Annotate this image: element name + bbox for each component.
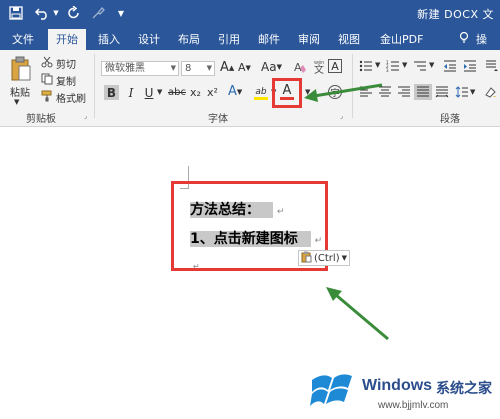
- clipboard-group-label: 剪贴板: [26, 114, 56, 125]
- font-dialog-launcher-icon[interactable]: ⌟: [340, 112, 343, 120]
- numbering-dropdown-icon[interactable]: ▼: [402, 61, 407, 69]
- watermark-site-name: 系统之家: [436, 381, 492, 397]
- highlight-color-swatch: [254, 96, 268, 100]
- ribbon-tabs: 文件 开始 插入 设计 布局 引用 邮件 审阅 视图 金山PDF 操: [0, 27, 500, 50]
- paste-options-dropdown-icon: ▼: [341, 254, 347, 262]
- watermark-url: www.bjjmlv.com: [378, 400, 449, 411]
- shading-icon[interactable]: [482, 84, 498, 100]
- font-size-input[interactable]: 8 ▼: [181, 61, 215, 76]
- tab-view[interactable]: 视图: [338, 31, 360, 47]
- strikethrough-button[interactable]: abc: [168, 85, 186, 100]
- clear-formatting-icon[interactable]: A: [292, 59, 308, 75]
- windows-logo-icon: [310, 374, 352, 406]
- undo-dropdown-icon[interactable]: ▼: [52, 5, 60, 21]
- distributed-icon[interactable]: [434, 85, 450, 99]
- tab-more[interactable]: 操: [476, 31, 487, 47]
- grow-font-button[interactable]: A ▲: [220, 60, 234, 75]
- bold-button[interactable]: B: [104, 85, 119, 100]
- clipboard-dialog-launcher-icon[interactable]: ⌟: [84, 112, 87, 120]
- brush-icon[interactable]: [90, 5, 106, 21]
- bullets-dropdown-icon[interactable]: ▼: [375, 61, 380, 69]
- character-border-icon[interactable]: A: [328, 59, 342, 73]
- paste-dropdown-icon[interactable]: ▼: [14, 98, 19, 106]
- paste-options-icon: [301, 251, 312, 266]
- tab-home[interactable]: 开始: [48, 29, 86, 50]
- paragraph-mark: ↵: [276, 207, 285, 217]
- font-size-value: 8: [185, 63, 192, 74]
- font-size-dropdown-icon[interactable]: ▼: [207, 62, 212, 75]
- save-icon[interactable]: [8, 5, 24, 21]
- underline-button[interactable]: U: [142, 85, 156, 100]
- superscript-button[interactable]: x²: [207, 85, 218, 100]
- line-spacing-icon[interactable]: [454, 85, 470, 99]
- bullets-icon[interactable]: [358, 59, 374, 73]
- font-name-input[interactable]: 微软雅黑 ▼: [101, 61, 179, 76]
- tab-layout[interactable]: 布局: [178, 31, 200, 47]
- document-line-2[interactable]: 1、点击新建图标 ↵: [190, 228, 322, 248]
- decrease-indent-icon[interactable]: [442, 59, 458, 73]
- text-effects-button[interactable]: A ▼: [228, 84, 242, 99]
- tab-review[interactable]: 审阅: [298, 31, 320, 47]
- phonetic-guide-icon[interactable]: wén 文: [311, 58, 327, 74]
- paste-icon[interactable]: [8, 54, 34, 86]
- paste-button[interactable]: 粘贴: [10, 84, 30, 99]
- window-title: 新建 DOCX 文: [417, 8, 494, 21]
- format-painter-button[interactable]: 格式刷: [56, 90, 86, 105]
- change-case-button[interactable]: Aa ▼: [261, 60, 282, 74]
- font-name-value: 微软雅黑: [105, 63, 145, 74]
- numbering-icon[interactable]: 123: [385, 59, 401, 73]
- highlight-color-button[interactable]: ab: [253, 85, 269, 101]
- tab-file[interactable]: 文件: [12, 31, 34, 47]
- tab-insert[interactable]: 插入: [98, 31, 120, 47]
- tab-mailings[interactable]: 邮件: [258, 31, 280, 47]
- copy-icon[interactable]: [40, 73, 54, 85]
- subscript-button[interactable]: x₂: [190, 85, 201, 100]
- shrink-font-button[interactable]: A ▼: [238, 61, 251, 74]
- chinese-layout-icon[interactable]: [484, 59, 500, 73]
- annotation-arrow-bottom: [326, 287, 389, 341]
- tab-design[interactable]: 设计: [138, 31, 160, 47]
- watermark-brand: Windows: [362, 377, 433, 394]
- font-group-label: 字体: [208, 114, 228, 125]
- font-color-button[interactable]: A: [279, 83, 295, 101]
- copy-button[interactable]: 复制: [56, 73, 76, 88]
- customize-icon[interactable]: ▼: [116, 5, 126, 21]
- line-spacing-dropdown-icon[interactable]: ▼: [470, 88, 475, 96]
- paste-options-button[interactable]: (Ctrl) ▼: [298, 250, 350, 266]
- multilevel-list-icon[interactable]: [412, 59, 428, 73]
- paragraph-group-label: 段落: [440, 114, 460, 125]
- watermark: Windows 系统之家 www.bjjmlv.com: [306, 366, 500, 419]
- tab-kingsoft-pdf[interactable]: 金山PDF: [380, 31, 423, 47]
- paragraph-mark: ↵: [193, 262, 200, 271]
- svg-text:文: 文: [314, 63, 324, 74]
- format-painter-icon[interactable]: [40, 90, 54, 102]
- align-right-icon[interactable]: [396, 85, 412, 99]
- title-bar: ▼ ▼ 新建 DOCX 文: [0, 0, 500, 27]
- italic-button[interactable]: I: [124, 85, 138, 100]
- tab-references[interactable]: 引用: [218, 31, 240, 47]
- document-line-1[interactable]: 方法总结： ↵: [190, 199, 284, 219]
- paragraph-mark: ↵: [314, 236, 323, 246]
- redo-icon[interactable]: [66, 5, 82, 21]
- annotation-arrow-top: [304, 83, 383, 102]
- cut-button[interactable]: 剪切: [56, 56, 76, 71]
- undo-icon[interactable]: [34, 5, 50, 21]
- ribbon: 粘贴 ▼ 剪切 复制 格式刷 剪贴板 ⌟ 微软雅黑 ▼ 8 ▼ A ▲ A ▼ Aa…: [0, 50, 500, 127]
- multilevel-dropdown-icon[interactable]: ▼: [429, 61, 434, 69]
- cut-icon[interactable]: [40, 56, 54, 68]
- increase-indent-icon[interactable]: [462, 59, 478, 73]
- font-name-dropdown-icon[interactable]: ▼: [171, 62, 176, 75]
- justify-icon[interactable]: [414, 84, 432, 100]
- group-separator: [94, 54, 95, 118]
- underline-dropdown-icon[interactable]: ▼: [157, 88, 162, 96]
- tell-me-icon[interactable]: [458, 31, 470, 46]
- font-color-swatch: [280, 97, 294, 100]
- svg-text:3: 3: [386, 68, 389, 72]
